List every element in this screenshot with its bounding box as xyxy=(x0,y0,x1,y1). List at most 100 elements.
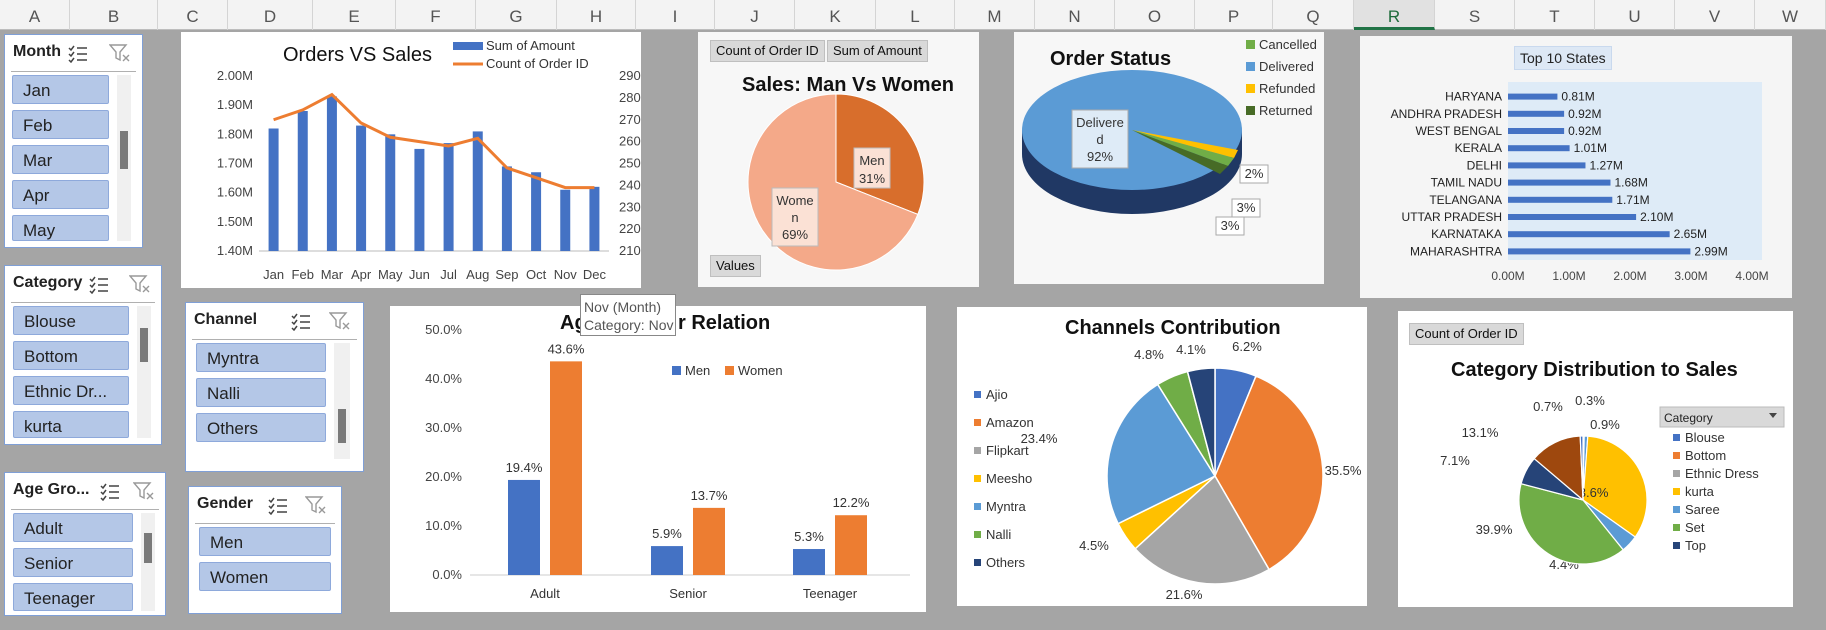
multi-select-icon[interactable] xyxy=(267,495,289,515)
scroll-thumb[interactable] xyxy=(338,409,346,443)
slicer-item[interactable]: Ethnic Dr... xyxy=(13,376,129,405)
scroll-thumb[interactable] xyxy=(140,328,148,362)
column-header-j[interactable]: J xyxy=(715,0,795,30)
pivot-values-button[interactable]: Values xyxy=(710,255,761,277)
x-tick-label: 1.00M xyxy=(1552,269,1585,283)
column-header-o[interactable]: O xyxy=(1115,0,1195,30)
column-header-i[interactable]: I xyxy=(636,0,715,30)
clear-filter-icon[interactable] xyxy=(329,311,351,331)
x-tick-label: 0.00M xyxy=(1491,269,1524,283)
data-label: 92% xyxy=(1087,149,1113,164)
orders-vs-sales-chart[interactable]: Orders VS Sales Sum of Amount Count of Or… xyxy=(181,32,648,288)
column-header-h[interactable]: H xyxy=(557,0,636,30)
category-distribution-chart[interactable]: Count of Order ID Category Distribution … xyxy=(1398,311,1793,607)
multi-select-icon[interactable] xyxy=(290,311,312,331)
order-status-chart[interactable]: Order Status Cancelled Delivered Refunded R… xyxy=(1014,32,1324,284)
age-gender-chart[interactable]: Ag r Relation 50.0% 40.0% 30.0% 20.0% 10.0% 0… xyxy=(390,294,926,612)
slicer-item[interactable]: Women xyxy=(199,562,331,591)
scroll-thumb[interactable] xyxy=(144,533,152,563)
slicer-item[interactable]: Others xyxy=(196,413,326,442)
data-label: 7.1% xyxy=(1440,453,1470,468)
slicer-category: Category Blouse Bottom Ethnic Dr... kurt… xyxy=(4,265,162,445)
column-header-s[interactable]: S xyxy=(1435,0,1515,30)
x-tick-label: 2.00M xyxy=(1613,269,1646,283)
column-header-t[interactable]: T xyxy=(1515,0,1595,30)
y-tick-label: 1.90M xyxy=(217,97,253,112)
slicer-item[interactable]: Adult xyxy=(13,513,133,542)
slicer-item[interactable]: Mar xyxy=(12,145,109,174)
column-header-w[interactable]: W xyxy=(1755,0,1826,30)
scroll-thumb[interactable] xyxy=(120,131,128,169)
slicer-item[interactable]: Men xyxy=(199,527,331,556)
legend-swatch xyxy=(1246,84,1255,93)
multi-select-icon[interactable] xyxy=(88,274,110,294)
column-header-e[interactable]: E xyxy=(313,0,396,30)
slicer-age-group-title: Age Gro... xyxy=(13,481,90,498)
column-header-d[interactable]: D xyxy=(228,0,313,30)
column-header-v[interactable]: V xyxy=(1675,0,1755,30)
data-label: Delivere xyxy=(1076,115,1124,130)
slicer-item[interactable]: Myntra xyxy=(196,343,326,372)
y2-tick-label: 2800 xyxy=(619,90,641,105)
bar-men xyxy=(793,549,825,575)
clear-filter-icon[interactable] xyxy=(109,43,131,63)
bar-sum-amount xyxy=(297,111,308,251)
column-header-p[interactable]: P xyxy=(1195,0,1273,30)
category-pie-svg: Category Blouse Bottom Ethnic Dress kurta Sar… xyxy=(1440,393,1785,572)
slicer-item[interactable]: Jan xyxy=(12,75,109,104)
slicer-item[interactable]: Bottom xyxy=(13,341,129,370)
bar-sum-amount xyxy=(531,172,542,251)
pivot-field-button[interactable]: Sum of Amount xyxy=(827,40,928,62)
data-label: 4.8% xyxy=(1134,347,1164,362)
y2-tick-label: 2100 xyxy=(619,243,641,258)
multi-select-icon[interactable] xyxy=(67,43,89,63)
bar-women xyxy=(550,361,582,575)
slicer-item[interactable]: Teenager xyxy=(13,583,133,611)
clear-filter-icon[interactable] xyxy=(133,481,155,501)
data-label: 13.1% xyxy=(1462,425,1499,440)
legend-swatch xyxy=(672,366,681,375)
column-header-n[interactable]: N xyxy=(1035,0,1115,30)
slicer-scrollbar[interactable] xyxy=(334,343,350,459)
column-header-b[interactable]: B xyxy=(70,0,158,30)
column-header-c[interactable]: C xyxy=(158,0,228,30)
slicer-scrollbar[interactable] xyxy=(117,75,131,241)
slicer-item[interactable]: kurta xyxy=(13,411,129,438)
chart-title: Order Status xyxy=(1050,48,1172,70)
slicer-item[interactable]: May xyxy=(12,215,109,241)
slicer-item[interactable]: Apr xyxy=(12,180,109,209)
chart-title: Sales: Man Vs Women xyxy=(742,74,954,96)
pivot-field-button[interactable]: Count of Order ID xyxy=(710,40,825,62)
bar-sum-amount xyxy=(560,189,571,251)
column-header-a[interactable]: A xyxy=(0,0,70,30)
column-header-g[interactable]: G xyxy=(476,0,557,30)
slicer-scrollbar[interactable] xyxy=(141,513,155,611)
legend-label: Men xyxy=(685,363,710,378)
column-header-r[interactable]: R xyxy=(1354,0,1435,30)
channels-contribution-chart[interactable]: Channels Contribution Ajio Amazon Flipkart… xyxy=(957,307,1367,606)
multi-select-icon[interactable] xyxy=(99,481,121,501)
column-header-q[interactable]: Q xyxy=(1273,0,1354,30)
x-tick-label: Feb xyxy=(292,267,314,282)
clear-filter-icon[interactable] xyxy=(129,274,151,294)
slicer-item[interactable]: Blouse xyxy=(13,306,129,335)
column-header-m[interactable]: M xyxy=(955,0,1035,30)
x-tick-label: Oct xyxy=(526,267,547,282)
column-header-f[interactable]: F xyxy=(396,0,476,30)
chart-title: Channels Contribution xyxy=(1065,317,1281,339)
bar-state xyxy=(1508,248,1691,255)
legend-label: Blouse xyxy=(1685,430,1725,445)
column-header-l[interactable]: L xyxy=(876,0,955,30)
slicer-scrollbar[interactable] xyxy=(137,306,151,438)
slicer-item[interactable]: Nalli xyxy=(196,378,326,407)
data-label: 2% xyxy=(1245,166,1264,181)
pivot-field-button[interactable]: Count of Order ID xyxy=(1409,323,1524,345)
bar-state xyxy=(1508,110,1565,117)
top-states-chart[interactable]: Top 10 States HARYANA 0.81M ANDHRA PRADESH… xyxy=(1360,36,1792,298)
column-header-k[interactable]: K xyxy=(795,0,876,30)
slicer-item[interactable]: Feb xyxy=(12,110,109,139)
column-header-u[interactable]: U xyxy=(1595,0,1675,30)
sales-men-women-chart[interactable]: Count of Order ID Sum of Amount Sales: M… xyxy=(698,32,979,287)
slicer-item[interactable]: Senior xyxy=(13,548,133,577)
clear-filter-icon[interactable] xyxy=(305,495,327,515)
